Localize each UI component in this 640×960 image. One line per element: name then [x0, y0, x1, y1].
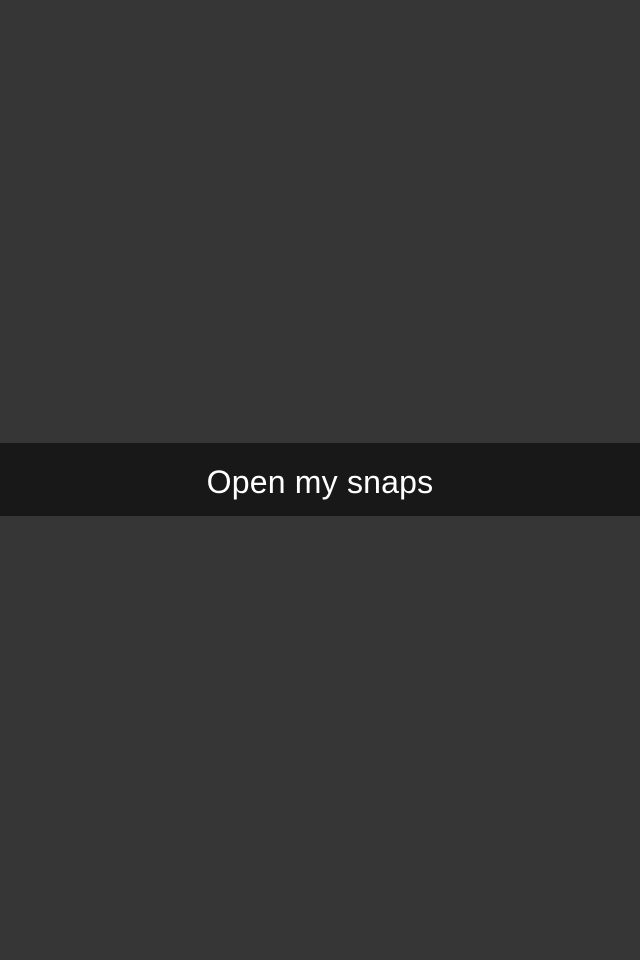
caption-bar: Open my snaps	[0, 443, 640, 516]
caption-text: Open my snaps	[206, 463, 434, 500]
snap-view[interactable]: Open my snaps	[0, 0, 640, 960]
